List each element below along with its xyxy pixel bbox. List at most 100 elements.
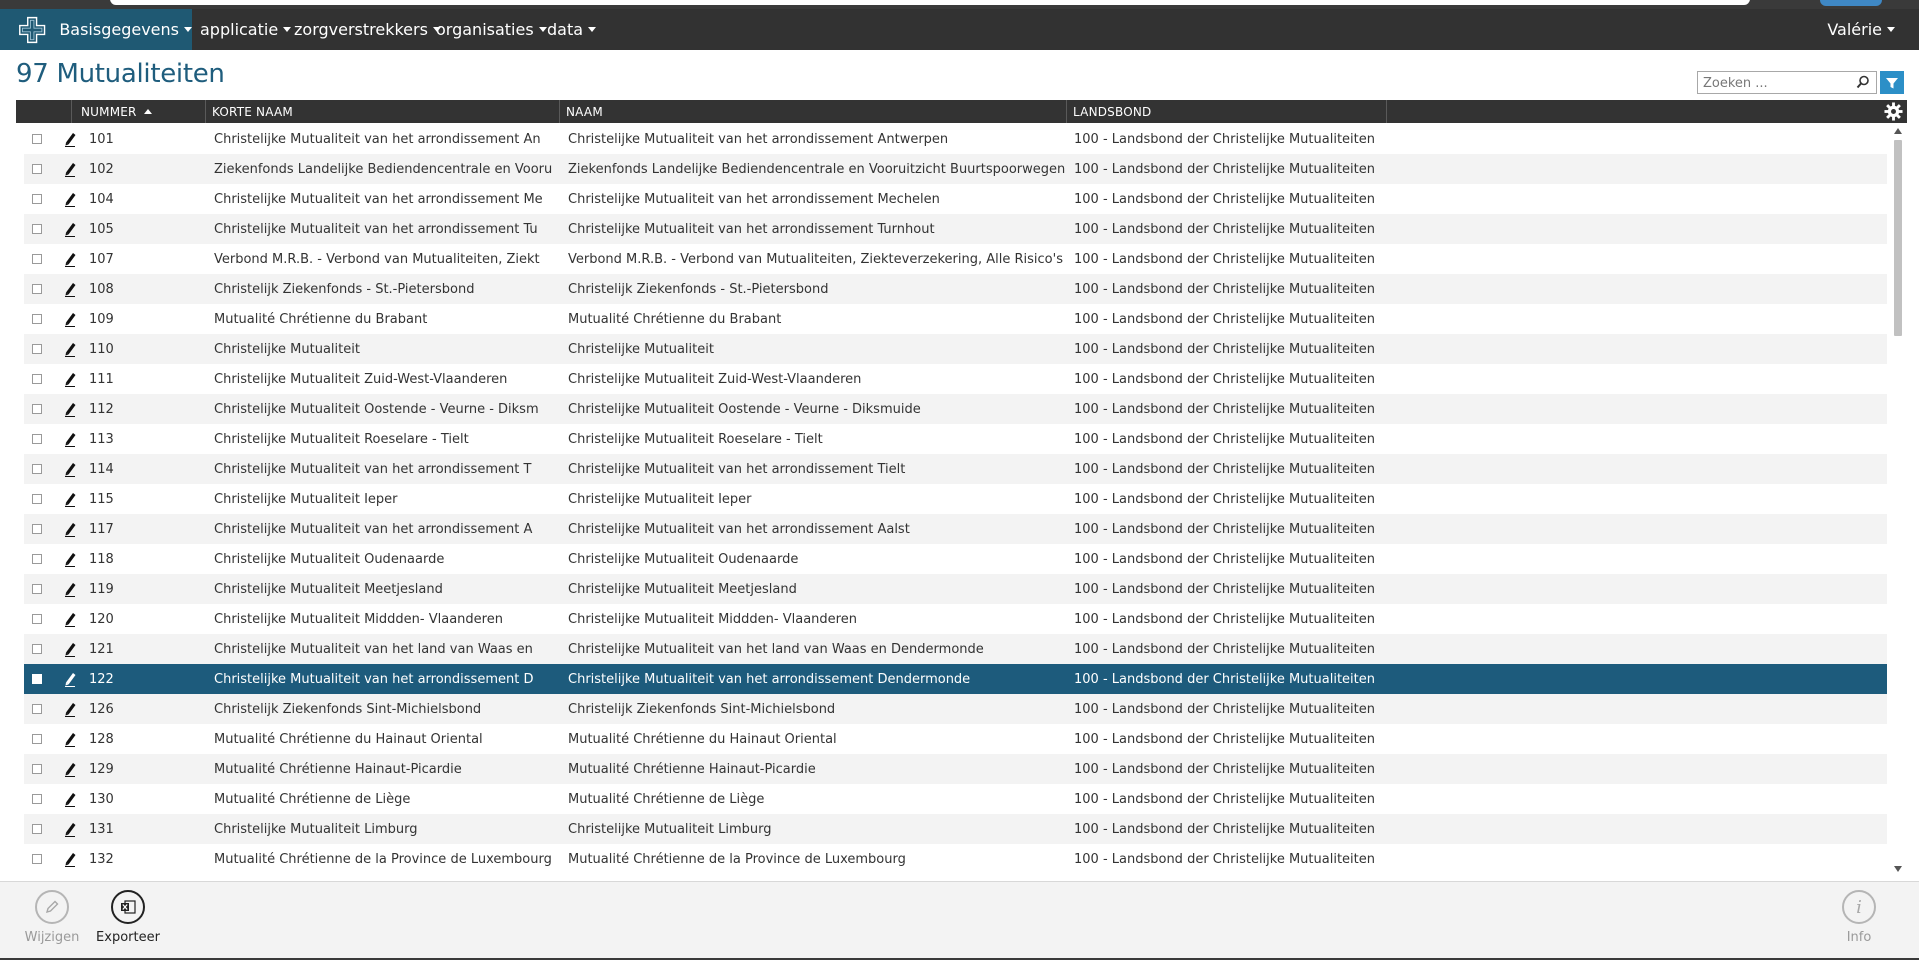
table-row[interactable]: 108 Christelijk Ziekenfonds - St.-Pieters… bbox=[24, 274, 1887, 304]
scroll-up-icon[interactable] bbox=[1894, 128, 1902, 134]
row-checkbox[interactable] bbox=[32, 644, 42, 654]
cell-nummer: 109 bbox=[89, 311, 114, 327]
table-row[interactable]: 118 Christelijke Mutualiteit Oudenaarde Ch… bbox=[24, 544, 1887, 574]
pencil-icon[interactable] bbox=[63, 581, 77, 597]
cell-nummer: 105 bbox=[89, 221, 114, 237]
pencil-icon[interactable] bbox=[63, 641, 77, 657]
row-checkbox[interactable] bbox=[32, 494, 42, 504]
row-checkbox[interactable] bbox=[32, 734, 42, 744]
search-input[interactable] bbox=[1698, 73, 1848, 94]
pencil-icon[interactable] bbox=[63, 851, 77, 867]
cell-naam: Christelijke Mutualiteit Zuid-West-Vlaan… bbox=[568, 371, 862, 387]
table-row[interactable]: 120 Christelijke Mutualiteit Middden- Vla… bbox=[24, 604, 1887, 634]
row-checkbox[interactable] bbox=[32, 404, 42, 414]
column-header-korte-naam[interactable]: KORTE NAAM bbox=[206, 100, 560, 123]
scroll-down-icon[interactable] bbox=[1894, 866, 1902, 872]
pencil-icon[interactable] bbox=[63, 311, 77, 327]
row-checkbox[interactable] bbox=[32, 824, 42, 834]
pencil-icon[interactable] bbox=[63, 611, 77, 627]
info-button[interactable]: i Info bbox=[1824, 890, 1894, 945]
table-row[interactable]: 112 Christelijke Mutualiteit Oostende - V… bbox=[24, 394, 1887, 424]
filter-button[interactable] bbox=[1880, 71, 1904, 94]
pencil-icon[interactable] bbox=[63, 401, 77, 417]
nav-menu-organisaties[interactable]: organisaties bbox=[436, 9, 547, 50]
search-icon[interactable] bbox=[1856, 75, 1870, 89]
pencil-icon[interactable] bbox=[63, 731, 77, 747]
table-row[interactable]: 107 Verbond M.R.B. - Verbond van Mutualit… bbox=[24, 244, 1887, 274]
table-row[interactable]: 110 Christelijke Mutualiteit Christelijke … bbox=[24, 334, 1887, 364]
pencil-icon[interactable] bbox=[63, 251, 77, 267]
row-checkbox[interactable] bbox=[32, 284, 42, 294]
table-row[interactable]: 105 Christelijke Mutualiteit van het arro… bbox=[24, 214, 1887, 244]
table-row[interactable]: 121 Christelijke Mutualiteit van het land… bbox=[24, 634, 1887, 664]
column-header-landsbond[interactable]: LANDSBOND bbox=[1067, 100, 1387, 123]
pencil-icon[interactable] bbox=[63, 371, 77, 387]
table-row-selected[interactable]: 122 Christelijke Mutualiteit van het arro… bbox=[24, 664, 1887, 694]
pencil-icon[interactable] bbox=[63, 671, 77, 687]
row-checkbox[interactable] bbox=[32, 344, 42, 354]
nav-menu-zorgverstrekkers[interactable]: zorgverstrekkers bbox=[294, 9, 441, 50]
row-checkbox[interactable] bbox=[32, 674, 42, 684]
table-row[interactable]: 114 Christelijke Mutualiteit van het arro… bbox=[24, 454, 1887, 484]
row-checkbox[interactable] bbox=[32, 524, 42, 534]
row-checkbox[interactable] bbox=[32, 614, 42, 624]
pencil-icon[interactable] bbox=[63, 341, 77, 357]
table-row[interactable]: 131 Christelijke Mutualiteit Limburg Chris… bbox=[24, 814, 1887, 844]
table-row[interactable]: 102 Ziekenfonds Landelijke Bediendencentr… bbox=[24, 154, 1887, 184]
table-row[interactable]: 119 Christelijke Mutualiteit Meetjesland C… bbox=[24, 574, 1887, 604]
scrollbar-thumb[interactable] bbox=[1894, 140, 1902, 336]
row-checkbox[interactable] bbox=[32, 704, 42, 714]
row-checkbox[interactable] bbox=[32, 224, 42, 234]
table-row[interactable]: 126 Christelijk Ziekenfonds Sint-Michiels… bbox=[24, 694, 1887, 724]
pencil-icon[interactable] bbox=[63, 161, 77, 177]
row-checkbox[interactable] bbox=[32, 434, 42, 444]
row-checkbox[interactable] bbox=[32, 854, 42, 864]
table-row[interactable]: 130 Mutualité Chrétienne de Liège Mutualit… bbox=[24, 784, 1887, 814]
row-checkbox[interactable] bbox=[32, 254, 42, 264]
row-checkbox[interactable] bbox=[32, 164, 42, 174]
pencil-icon[interactable] bbox=[63, 791, 77, 807]
pencil-icon[interactable] bbox=[63, 761, 77, 777]
pencil-icon[interactable] bbox=[63, 191, 77, 207]
sort-asc-icon bbox=[143, 109, 152, 114]
column-header-nummer[interactable]: NUMMER bbox=[72, 100, 206, 123]
pencil-icon[interactable] bbox=[63, 221, 77, 237]
pencil-icon[interactable] bbox=[63, 131, 77, 147]
gear-icon[interactable] bbox=[1884, 102, 1903, 121]
table-row[interactable]: 117 Christelijke Mutualiteit van het arro… bbox=[24, 514, 1887, 544]
row-checkbox[interactable] bbox=[32, 794, 42, 804]
vertical-scrollbar[interactable] bbox=[1889, 124, 1907, 876]
table-row[interactable]: 132 Mutualité Chrétienne de la Province d… bbox=[24, 844, 1887, 874]
pencil-icon[interactable] bbox=[63, 551, 77, 567]
brand-menu[interactable]: Basisgegevens bbox=[0, 9, 192, 50]
pencil-icon[interactable] bbox=[63, 431, 77, 447]
table-row[interactable]: 111 Christelijke Mutualiteit Zuid-West-Vl… bbox=[24, 364, 1887, 394]
table-row[interactable]: 109 Mutualité Chrétienne du Brabant Mutual… bbox=[24, 304, 1887, 334]
table-row[interactable]: 101 Christelijke Mutualiteit van het arro… bbox=[24, 124, 1887, 154]
pencil-icon[interactable] bbox=[63, 701, 77, 717]
pencil-icon[interactable] bbox=[63, 521, 77, 537]
table-row[interactable]: 113 Christelijke Mutualiteit Roeselare - … bbox=[24, 424, 1887, 454]
row-checkbox[interactable] bbox=[32, 764, 42, 774]
row-checkbox[interactable] bbox=[32, 554, 42, 564]
row-checkbox[interactable] bbox=[32, 314, 42, 324]
row-checkbox[interactable] bbox=[32, 584, 42, 594]
row-checkbox[interactable] bbox=[32, 464, 42, 474]
edit-button[interactable]: Wijzigen bbox=[17, 890, 87, 945]
user-menu[interactable]: Valérie bbox=[1827, 9, 1895, 50]
table-row[interactable]: 104 Christelijke Mutualiteit van het arro… bbox=[24, 184, 1887, 214]
export-button[interactable]: Exporteer bbox=[93, 890, 163, 945]
nav-menu-data[interactable]: data bbox=[547, 9, 597, 50]
column-header-naam[interactable]: NAAM bbox=[560, 100, 1067, 123]
table-row[interactable]: 128 Mutualité Chrétienne du Hainaut Orien… bbox=[24, 724, 1887, 754]
pencil-icon[interactable] bbox=[63, 821, 77, 837]
pencil-icon[interactable] bbox=[63, 281, 77, 297]
pencil-icon[interactable] bbox=[63, 461, 77, 477]
row-checkbox[interactable] bbox=[32, 194, 42, 204]
nav-menu-applicatie[interactable]: applicatie bbox=[200, 9, 292, 50]
row-checkbox[interactable] bbox=[32, 374, 42, 384]
table-row[interactable]: 115 Christelijke Mutualiteit Ieper Christe… bbox=[24, 484, 1887, 514]
pencil-icon[interactable] bbox=[63, 491, 77, 507]
row-checkbox[interactable] bbox=[32, 134, 42, 144]
table-row[interactable]: 129 Mutualité Chrétienne Hainaut-Picardie… bbox=[24, 754, 1887, 784]
